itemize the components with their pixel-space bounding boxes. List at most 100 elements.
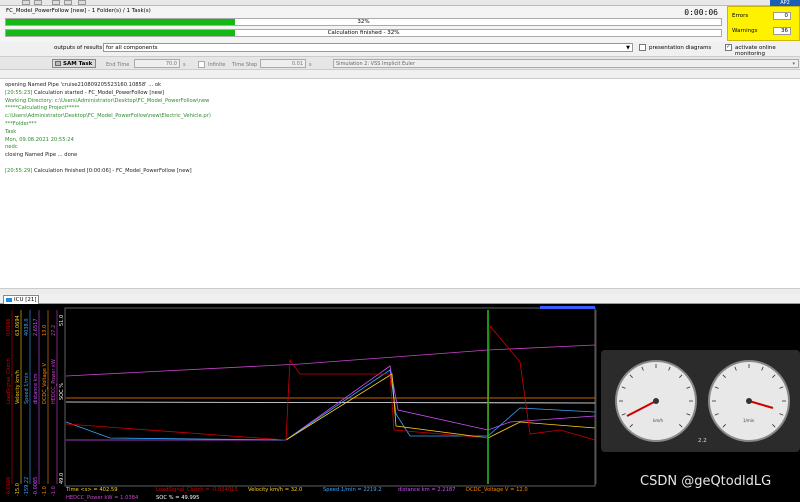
log-text: nedc xyxy=(5,144,18,151)
log-line: [20:55:23] Calculation started - FC_Mode… xyxy=(5,90,795,98)
plot-scroll-indicator xyxy=(540,306,595,309)
log-panel[interactable]: opening Named Pipe 'cruise21080920552316… xyxy=(0,78,800,288)
simulation-select[interactable]: Simulation 2: VSS Implicit Euler ▾ xyxy=(333,59,799,68)
open-icon[interactable] xyxy=(34,0,42,5)
soc-axis-label: SOC % xyxy=(59,383,65,400)
signal-trace xyxy=(65,401,596,404)
end-time-input[interactable]: 70.0 xyxy=(134,59,180,68)
tab-icu[interactable]: ICU [21] xyxy=(3,295,39,304)
log-text: Mon, 09.08.2021 20:55:24 xyxy=(5,136,74,143)
log-line: ***Folder*** xyxy=(5,121,795,129)
sam-task-button[interactable]: SAM Task xyxy=(52,59,96,68)
task-icon xyxy=(55,61,61,66)
axis-label: DCDC_Voltage V xyxy=(42,362,48,404)
speed-gauge-hub xyxy=(653,398,659,404)
outputs-label: outputs of results xyxy=(54,45,103,51)
axis-label: LoadSignal_Clutch xyxy=(6,358,12,404)
time-step-unit: s xyxy=(309,62,312,68)
soc-scale-top: 51.0 xyxy=(59,315,65,326)
outputs-select-value: for all components xyxy=(106,45,158,51)
log-line: nedc xyxy=(5,144,795,152)
log-text: Working Directory: c:\Users\Administrato… xyxy=(5,97,210,104)
rpm-gauge-hub xyxy=(746,398,752,404)
watermark: CSDN @geQtodldLG xyxy=(640,474,772,489)
legend-entry: Velocity km/h = 32.0 xyxy=(248,487,302,493)
log-text: c:\Users\Administrator\Desktop\FC_Model_… xyxy=(5,113,211,120)
tab-icu-label: ICU [21] xyxy=(14,297,37,303)
log-line: [20:55:29] Calculation finished [0:00:06… xyxy=(5,168,795,176)
log-line: Task xyxy=(5,129,795,137)
stop-icon[interactable] xyxy=(64,0,72,5)
log-line: closing Named Pipe ... done xyxy=(5,152,795,160)
axis-label: Velocity km/h xyxy=(15,370,21,404)
sam-task-label: SAM Task xyxy=(63,61,93,67)
end-time-label: End Time xyxy=(106,62,130,68)
warnings-count: 36 xyxy=(773,27,791,35)
legend-entry: SOC % = 49.995 xyxy=(156,495,199,501)
legend-entry: Speed 1/min = 2219.2 xyxy=(323,487,382,493)
log-text: opening Named Pipe 'cruise21080920552316… xyxy=(5,82,161,88)
soc-scale-bottom: 49.0 xyxy=(59,473,65,484)
axis-label: Speed 1/min xyxy=(24,372,30,404)
log-timestamp: [20:55:29] xyxy=(5,167,33,174)
gauge-svg: km/h 1/min 2.2 xyxy=(615,360,790,444)
log-line: opening Named Pipe 'cruise21080920552316… xyxy=(5,82,795,90)
axis-bottom-value: -15.0 xyxy=(15,483,21,496)
warnings-label: Warnings xyxy=(732,28,758,34)
log-line: *****Calculating Project***** xyxy=(5,105,795,113)
log-text: Calculation started - FC_Model_PowerFoll… xyxy=(34,89,165,96)
axis-label: HEDCC_Power kW xyxy=(51,359,57,404)
monitor-tabbar: ICU [21] xyxy=(0,294,800,304)
simulation-select-value: Simulation 2: VSS Implicit Euler xyxy=(336,61,415,67)
axis-top-value: 4038.0 xyxy=(24,319,30,337)
online-monitoring-checkbox[interactable] xyxy=(725,43,732,51)
log-text: ***Folder*** xyxy=(5,120,37,127)
legend-entry: LoadSignal_Clutch = -0.034015 xyxy=(156,487,238,493)
axis-bottom-value: -1.0 xyxy=(42,486,48,496)
monitor-icon xyxy=(6,298,12,302)
settings-icon[interactable] xyxy=(78,0,86,5)
axis-bottom-value: -159.22 xyxy=(24,477,30,496)
log-text: *****Calculating Project***** xyxy=(5,105,80,112)
task-title: FC_Model_PowerFollow [new] - 1 Folder(s)… xyxy=(6,8,151,14)
rpm-gauge-unit: 1/min xyxy=(743,418,755,423)
time-step-input[interactable]: 0.01 xyxy=(260,59,306,68)
gauge-panel: km/h 1/min 2.2 xyxy=(601,350,800,452)
legend-entry: distance km = 2.2187 xyxy=(398,487,455,493)
signal-trace xyxy=(65,324,596,441)
axis-label: distance km xyxy=(33,373,39,404)
axis-top-value: 27.2 xyxy=(51,325,57,336)
errors-count: 0 xyxy=(773,12,791,20)
presentation-checkbox[interactable] xyxy=(639,44,646,51)
time-step-label: Time Step xyxy=(232,62,258,68)
task-progress-bar: 32% xyxy=(5,18,722,26)
axis-bottom-value: -0.0166 xyxy=(6,477,12,496)
legend-entry: Time <s> = 402.59 xyxy=(65,487,118,493)
axis-bottom-value: -0.0085 xyxy=(33,477,39,496)
axis-bottom-value: -1.0 xyxy=(51,486,57,496)
speed-gauge-unit: km/h xyxy=(653,418,664,423)
new-icon[interactable] xyxy=(22,0,30,5)
status-box: Errors 0 Warnings 36 xyxy=(727,6,800,41)
outputs-select[interactable]: for all components ▼ xyxy=(103,43,633,52)
run-icon[interactable] xyxy=(52,0,60,5)
errors-label: Errors xyxy=(732,13,749,19)
chevron-down-icon: ▼ xyxy=(626,45,630,51)
signal-trace xyxy=(65,344,596,377)
log-timestamp: [20:55:23] xyxy=(5,89,33,96)
legend-entry: DCDC_Voltage V = 12.0 xyxy=(466,487,528,493)
task-progress-text: 32% xyxy=(357,19,370,25)
log-text: closing Named Pipe ... done xyxy=(5,152,78,159)
progress-panel: FC_Model_PowerFollow [new] - 1 Folder(s)… xyxy=(0,6,800,42)
infinite-checkbox[interactable] xyxy=(198,61,205,68)
infinite-label: Infinite xyxy=(208,62,226,68)
gauge-readout: 2.2 xyxy=(698,438,707,444)
log-text: Task xyxy=(5,128,17,135)
log-line: Working Directory: c:\Users\Administrato… xyxy=(5,98,795,106)
end-time-unit: s xyxy=(183,62,186,68)
calc-progress-text: Calculation finished - 32% xyxy=(327,30,400,36)
sam-task-row: SAM Task End Time 70.0 s Infinite Time S… xyxy=(0,56,800,70)
axis-top-value: 2.6517 xyxy=(33,319,39,337)
calc-progress-bar: Calculation finished - 32% xyxy=(5,29,722,37)
